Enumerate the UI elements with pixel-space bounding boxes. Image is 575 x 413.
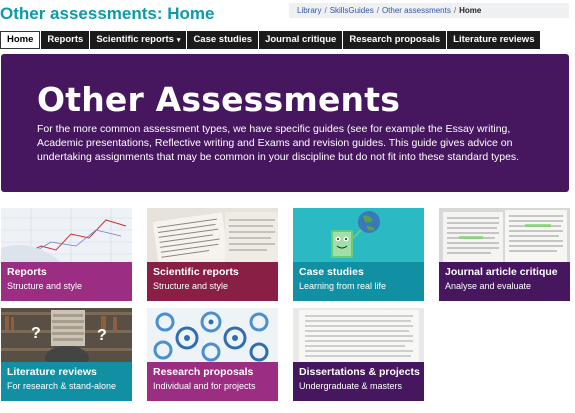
tile-literature-reviews[interactable]: ? ? Literature reviews For research & st… <box>1 308 132 401</box>
case-studies-image <box>293 208 424 262</box>
hero-heading: Other Assessments <box>37 80 401 119</box>
breadcrumb-other-assessments[interactable]: Other assessments <box>382 6 451 15</box>
tile-caption: Scientific reports Structure and style <box>147 262 278 301</box>
tile-caption: Reports Structure and style <box>1 262 132 301</box>
tile-title: Research proposals <box>153 366 254 378</box>
literature-reviews-image: ? ? <box>1 308 132 362</box>
hero-banner: Other Assessments For the more common as… <box>1 54 569 192</box>
tile-dissertations-projects[interactable]: Dissertations & projects Undergraduate &… <box>293 308 424 401</box>
breadcrumb: Library / SkillsGuides / Other assessments / H… <box>289 3 569 18</box>
nav-home[interactable]: Home <box>0 31 41 49</box>
svg-text:?: ? <box>97 327 107 344</box>
tile-title: Reports <box>7 266 47 278</box>
tile-caption: Case studies Learning from real life <box>293 262 424 301</box>
tile-journal-critique[interactable]: Journal article critique Analyse and eva… <box>439 208 570 301</box>
tile-subtitle: Undergraduate & masters <box>299 381 403 391</box>
tile-case-studies[interactable]: Case studies Learning from real life <box>293 208 424 301</box>
tile-scientific-reports[interactable]: Scientific reports Structure and style <box>147 208 278 301</box>
nav-reports[interactable]: Reports <box>41 31 90 49</box>
nav-research-proposals[interactable]: Research proposals <box>343 31 447 49</box>
tile-caption: Research proposals Individual and for pr… <box>147 362 278 401</box>
nav-journal-critique[interactable]: Journal critique <box>259 31 343 49</box>
scientific-reports-image <box>147 208 278 262</box>
tile-caption: Journal article critique Analyse and eva… <box>439 262 570 301</box>
hero-text: For the more common assessment types, we… <box>37 123 520 163</box>
nav-scientific-reports-label: Scientific reports <box>96 34 174 45</box>
tile-title: Dissertations & projects <box>299 366 420 378</box>
page-title: Other assessments: Home <box>0 4 215 23</box>
breadcrumb-library[interactable]: Library <box>297 6 321 15</box>
tile-caption: Dissertations & projects Undergraduate &… <box>293 362 424 401</box>
tile-subtitle: Structure and style <box>153 281 229 291</box>
nav-scientific-reports[interactable]: Scientific reports ▾ <box>90 31 187 49</box>
tile-title: Case studies <box>299 266 364 278</box>
tile-subtitle: Learning from real life <box>299 281 387 291</box>
dissertations-image <box>293 308 424 362</box>
tile-subtitle: For research & stand-alone <box>7 381 117 391</box>
research-proposals-image <box>147 308 278 362</box>
tile-title: Journal article critique <box>445 266 558 278</box>
tile-research-proposals[interactable]: Research proposals Individual and for pr… <box>147 308 278 401</box>
main-nav: Home Reports Scientific reports ▾ Case st… <box>0 31 541 49</box>
chevron-down-icon: ▾ <box>176 37 181 44</box>
journal-critique-image <box>439 208 570 262</box>
tile-subtitle: Structure and style <box>7 281 83 291</box>
tile-title: Scientific reports <box>153 266 239 278</box>
tile-subtitle: Individual and for projects <box>153 381 256 391</box>
breadcrumb-skillsguides[interactable]: SkillsGuides <box>330 6 374 15</box>
nav-literature-reviews[interactable]: Literature reviews <box>447 31 541 49</box>
tile-caption: Literature reviews For research & stand-… <box>1 362 132 401</box>
tile-reports[interactable]: Reports Structure and style <box>1 208 132 301</box>
tile-title: Literature reviews <box>7 366 97 378</box>
reports-image <box>1 208 132 262</box>
svg-text:?: ? <box>31 325 41 342</box>
tile-subtitle: Analyse and evaluate <box>445 281 532 291</box>
breadcrumb-current: Home <box>459 6 482 15</box>
nav-case-studies[interactable]: Case studies <box>187 31 259 49</box>
